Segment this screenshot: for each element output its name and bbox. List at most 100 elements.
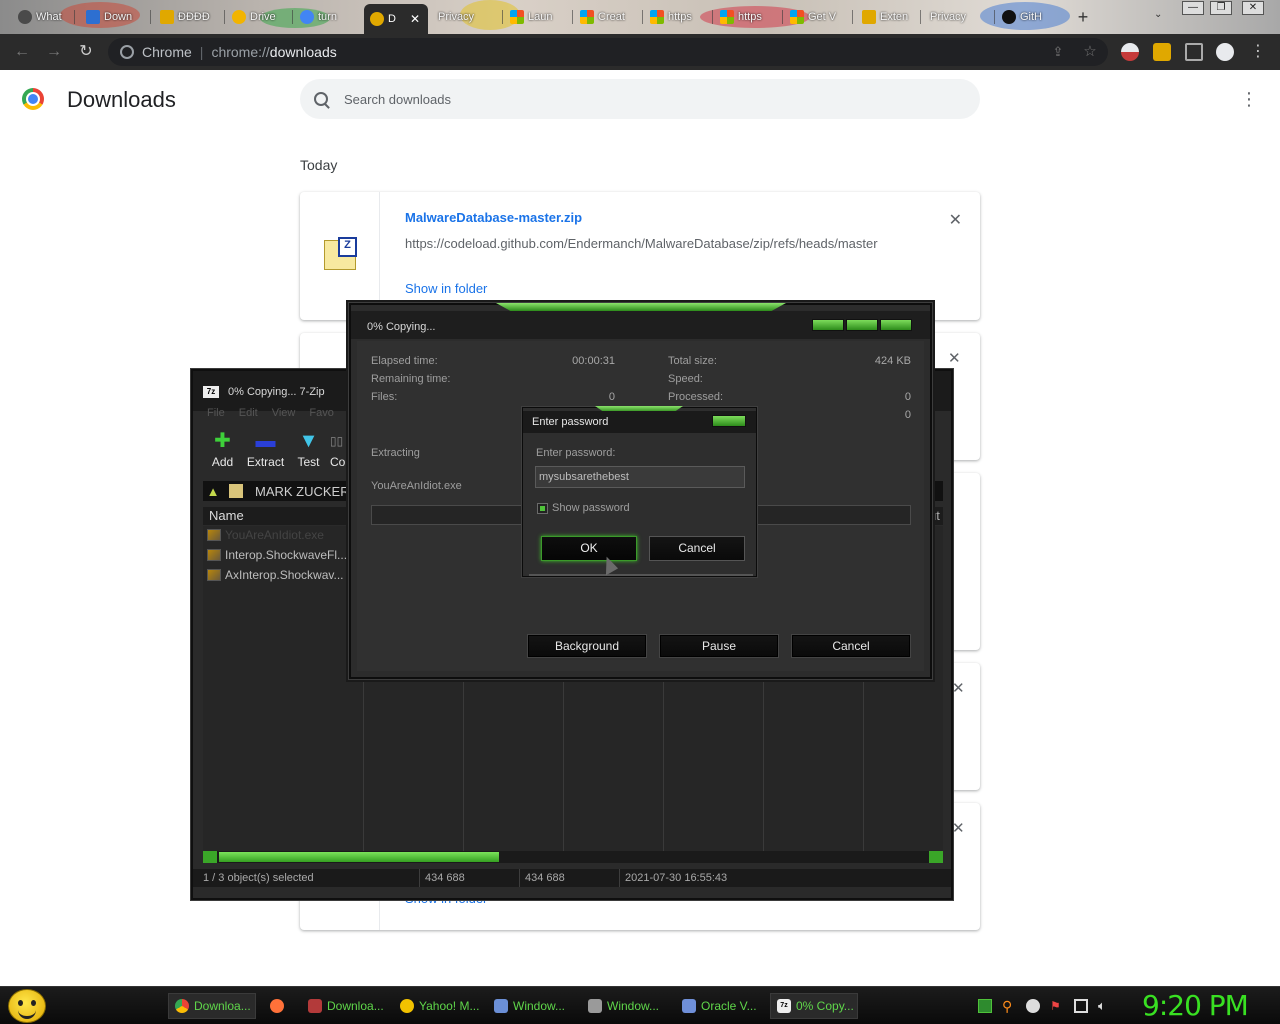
maximize-button[interactable] <box>846 319 878 331</box>
add-button[interactable]: ✚ Add <box>201 427 244 477</box>
browser-tab[interactable]: https <box>644 4 712 30</box>
tab-search-icon[interactable]: ⌄ <box>1154 9 1168 23</box>
background-button[interactable]: Background <box>527 634 647 658</box>
puzzle-extensions-icon[interactable] <box>1153 43 1171 61</box>
browser-tab[interactable]: Privacy <box>924 4 994 30</box>
scroll-thumb[interactable] <box>219 852 499 862</box>
menu-favorites[interactable]: Favo <box>309 407 333 421</box>
side-panel-icon[interactable] <box>1185 43 1203 61</box>
tray-search-icon[interactable]: ⚲ <box>1002 999 1016 1013</box>
address-bar[interactable]: Chrome | chrome:// downloads <box>108 38 1108 66</box>
search-downloads-box[interactable] <box>300 79 980 119</box>
search-input[interactable] <box>344 91 944 107</box>
download-filename-link[interactable]: MalwareDatabase-master.zip <box>405 210 582 225</box>
dialog-titlebar[interactable]: 0% Copying... <box>351 311 930 339</box>
horizontal-scrollbar[interactable] <box>203 851 943 863</box>
taskbar-item[interactable]: Downloa... <box>302 993 388 1019</box>
more-options-icon[interactable]: ⋮ <box>1240 90 1258 110</box>
remove-download-icon[interactable]: ✕ <box>952 679 965 697</box>
taskbar-clock[interactable]: 9:20 PM <box>1142 989 1249 1022</box>
taskbar-item[interactable]: Oracle V... <box>676 993 762 1019</box>
show-password-checkbox[interactable] <box>537 503 548 514</box>
browser-tab[interactable]: GitH <box>996 4 1058 30</box>
column-name[interactable]: Name <box>209 508 244 523</box>
taskbar-item[interactable] <box>264 993 294 1019</box>
file-row[interactable]: AxInterop.Shockwav... <box>207 568 344 582</box>
password-input[interactable] <box>535 466 745 488</box>
browser-tab[interactable]: Privacy <box>432 4 502 30</box>
tab-separator <box>502 10 503 24</box>
browser-tab[interactable]: ĐĐĐĐ <box>154 4 222 30</box>
taskbar-item[interactable]: 7z 0% Copy... <box>770 993 858 1019</box>
taskbar-item[interactable]: Yahoo! M... <box>394 993 482 1019</box>
remove-download-icon[interactable]: ✕ <box>952 819 965 837</box>
remove-download-icon[interactable]: ✕ <box>949 210 962 230</box>
taskbar-item[interactable]: Window... <box>488 993 574 1019</box>
close-window-button[interactable]: ✕ <box>1242 1 1264 15</box>
scroll-left-arrow[interactable] <box>203 851 217 863</box>
close-button[interactable] <box>880 319 912 331</box>
browser-tab-active[interactable]: D ✕ <box>364 4 428 34</box>
close-button[interactable] <box>712 415 746 427</box>
show-in-folder-link[interactable]: Show in folder <box>405 281 487 296</box>
browser-tab[interactable]: Exten <box>856 4 920 30</box>
downloads-header: Downloads ⋮ <box>0 70 1280 128</box>
show-password-label[interactable]: Show password <box>552 502 630 514</box>
minimize-button[interactable] <box>812 319 844 331</box>
browser-tab[interactable]: Creat <box>574 4 642 30</box>
cancel-button[interactable]: Cancel <box>649 536 745 561</box>
forward-arrow-icon[interactable]: → <box>44 42 64 62</box>
status-size: 434 688 <box>425 872 465 884</box>
menu-view[interactable]: View <box>272 407 296 421</box>
restore-button[interactable]: ❐ <box>1210 1 1232 15</box>
browser-tab[interactable]: What <box>12 4 70 30</box>
status-selection: 1 / 3 object(s) selected <box>203 872 314 884</box>
browser-tab[interactable]: Drive <box>226 4 292 30</box>
network-icon[interactable] <box>1074 999 1088 1013</box>
tray-status-icon[interactable] <box>1026 999 1040 1013</box>
back-arrow-icon[interactable]: ← <box>12 42 32 62</box>
tab-separator <box>920 10 921 24</box>
file-row[interactable]: Interop.ShockwaveFl... <box>207 548 347 562</box>
copy-button[interactable]: ▯▯ Co <box>330 427 348 477</box>
action-center-flag-icon[interactable]: ⚑ <box>1050 999 1064 1013</box>
pause-button[interactable]: Pause <box>659 634 779 658</box>
dialog-titlebar[interactable]: Enter password <box>523 411 756 433</box>
taskbar-item[interactable]: Downloa... <box>168 993 256 1019</box>
folder-up-icon[interactable]: ▲ <box>203 484 223 499</box>
ok-button[interactable]: OK <box>541 536 637 561</box>
extension-icon[interactable] <box>1121 43 1139 61</box>
browser-tab[interactable]: Down <box>80 4 146 30</box>
copy-icon: ▯▯ <box>330 434 344 448</box>
chrome-menu-icon[interactable]: ⋮ <box>1248 42 1268 62</box>
scroll-right-arrow[interactable] <box>929 851 943 863</box>
file-row[interactable]: YouAreAnIdiot.exe <box>207 528 324 542</box>
remove-download-icon[interactable]: ✕ <box>948 349 961 367</box>
menu-edit[interactable]: Edit <box>239 407 258 421</box>
browser-tab[interactable]: Laun <box>504 4 572 30</box>
taskbar-item[interactable]: Window... <box>582 993 668 1019</box>
reload-icon[interactable]: ↻ <box>76 42 96 62</box>
volume-icon[interactable]: 🔈︎ <box>1098 999 1112 1013</box>
new-tab-button[interactable]: + <box>1074 8 1092 26</box>
share-icon[interactable]: ⇪ <box>1048 42 1068 62</box>
extract-button[interactable]: ▬ Extract <box>244 427 287 477</box>
extract-icon: ▬ <box>255 430 276 452</box>
start-button-smiley-icon[interactable] <box>8 989 46 1023</box>
browser-tab[interactable]: turn <box>294 4 360 30</box>
test-button[interactable]: ▼ Test <box>287 427 330 477</box>
url-host: downloads <box>269 44 337 60</box>
speed-label: Speed: <box>668 373 703 385</box>
tray-app-icon[interactable] <box>978 999 992 1013</box>
tab-strip: What Down ĐĐĐĐ Drive turn D ✕ Privacy Lau… <box>0 0 1280 34</box>
menu-file[interactable]: File <box>207 407 225 421</box>
close-tab-icon[interactable]: ✕ <box>410 12 420 26</box>
cancel-button[interactable]: Cancel <box>791 634 911 658</box>
profile-avatar-icon[interactable] <box>1216 43 1234 61</box>
bookmark-star-icon[interactable]: ☆ <box>1080 42 1100 62</box>
browser-tab[interactable]: https <box>714 4 782 30</box>
processed-label: Processed: <box>668 391 724 403</box>
minimize-button[interactable]: — <box>1182 1 1204 15</box>
enter-password-dialog: Enter password Enter password: Show pass… <box>522 406 757 577</box>
browser-tab[interactable]: Get V <box>784 4 850 30</box>
